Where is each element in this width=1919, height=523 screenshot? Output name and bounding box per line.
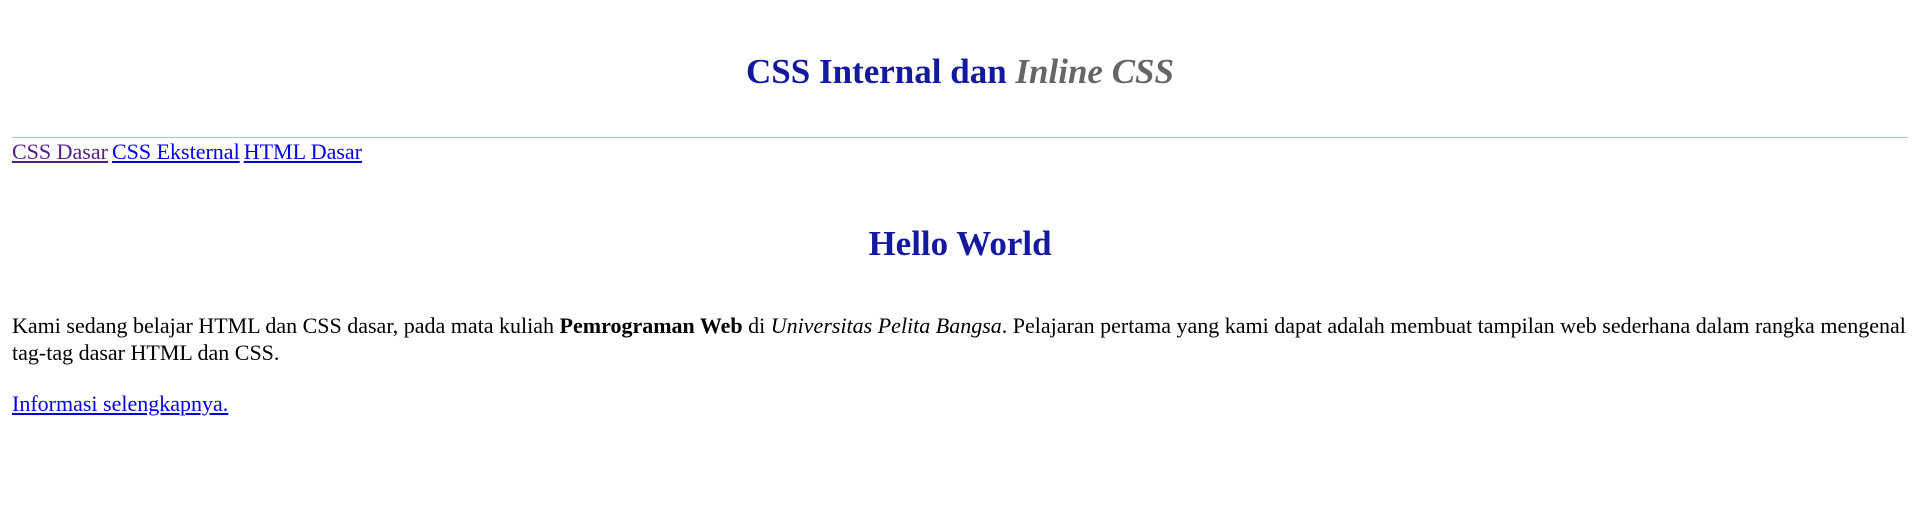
nav-link-html-dasar[interactable]: HTML Dasar [244,139,362,164]
intro-paragraph: Kami sedang belajar HTML dan CSS dasar, … [12,312,1908,366]
paragraph-bold: Pemrograman Web [559,313,743,338]
site-title-main: CSS Internal dan [746,52,1016,91]
paragraph-text-2: di [742,313,771,338]
site-title-accent: Inline CSS [1015,52,1174,91]
nav-link-css-eksternal[interactable]: CSS Eksternal [112,139,240,164]
nav-bar: CSS Dasar CSS Eksternal HTML Dasar [12,137,1908,166]
site-title: CSS Internal dan Inline CSS [12,0,1908,120]
paragraph-text-1: Kami sedang belajar HTML dan CSS dasar, … [12,313,560,338]
more-info-link[interactable]: Informasi selengkapnya. [12,390,228,417]
page: CSS Internal dan Inline CSS CSS Dasar CSS… [0,0,1919,523]
paragraph-italic: Universitas Pelita Bangsa [770,313,1002,338]
content-heading: Hello World [868,224,1052,263]
nav-link-css-dasar[interactable]: CSS Dasar [12,139,108,164]
